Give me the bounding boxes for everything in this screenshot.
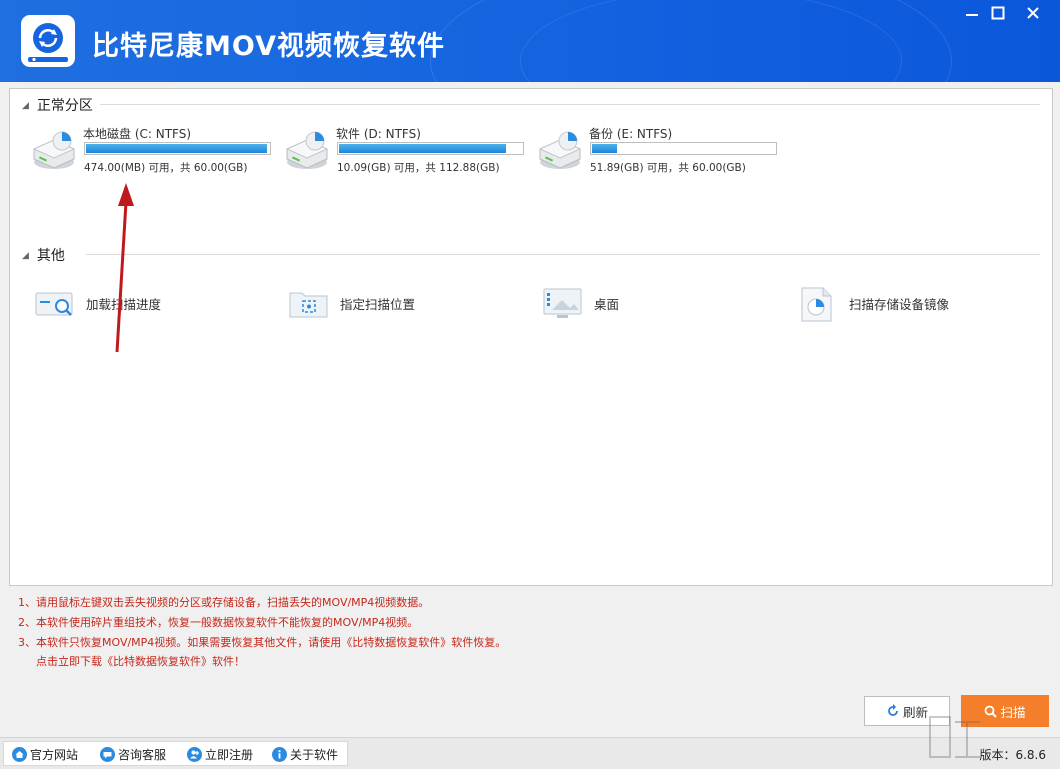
link-label: 立即注册 bbox=[205, 748, 254, 762]
link-label: 咨询客服 bbox=[118, 748, 167, 762]
chat-icon bbox=[100, 747, 115, 762]
download-link[interactable]: 点击立即下载《比特数据恢复软件》软件！ bbox=[18, 652, 506, 672]
scan-label: 扫描 bbox=[1000, 704, 1026, 720]
instructions: 1、请用鼠标左键双击丢失视频的分区或存储设备，扫描丢失的MOV/MP4视频数据。… bbox=[18, 593, 506, 672]
note-line: 1、请用鼠标左键双击丢失视频的分区或存储设备，扫描丢失的MOV/MP4视频数据。 bbox=[18, 596, 430, 609]
watermark-logo bbox=[929, 716, 980, 758]
official-site-link[interactable]: 官方网站 bbox=[12, 746, 78, 763]
refresh-icon bbox=[888, 704, 898, 716]
version-label: 版本：6.8.6 bbox=[979, 748, 1046, 762]
info-icon bbox=[272, 747, 287, 762]
customer-service-link[interactable]: 咨询客服 bbox=[100, 746, 166, 763]
link-label: 关于软件 bbox=[290, 748, 339, 762]
note-line: 3、本软件只恢复MOV/MP4视频。如果需要恢复其他文件，请使用《比特数据恢复软… bbox=[18, 635, 507, 649]
status-links: 官方网站 咨询客服 立即注册 关于软件 bbox=[3, 741, 348, 766]
home-icon bbox=[12, 747, 27, 762]
link-label: 官方网站 bbox=[30, 748, 79, 762]
note-line: 2、本软件使用碎片重组技术，恢复一般数据恢复软件不能恢复的MOV/MP4视频。 bbox=[18, 615, 419, 629]
status-bar: 官方网站 咨询客服 立即注册 关于软件 版本：6.8.6 bbox=[0, 737, 1060, 769]
search-icon bbox=[985, 705, 998, 718]
about-link[interactable]: 关于软件 bbox=[272, 746, 338, 763]
register-link[interactable]: 立即注册 bbox=[187, 746, 253, 763]
user-add-icon bbox=[187, 747, 202, 762]
